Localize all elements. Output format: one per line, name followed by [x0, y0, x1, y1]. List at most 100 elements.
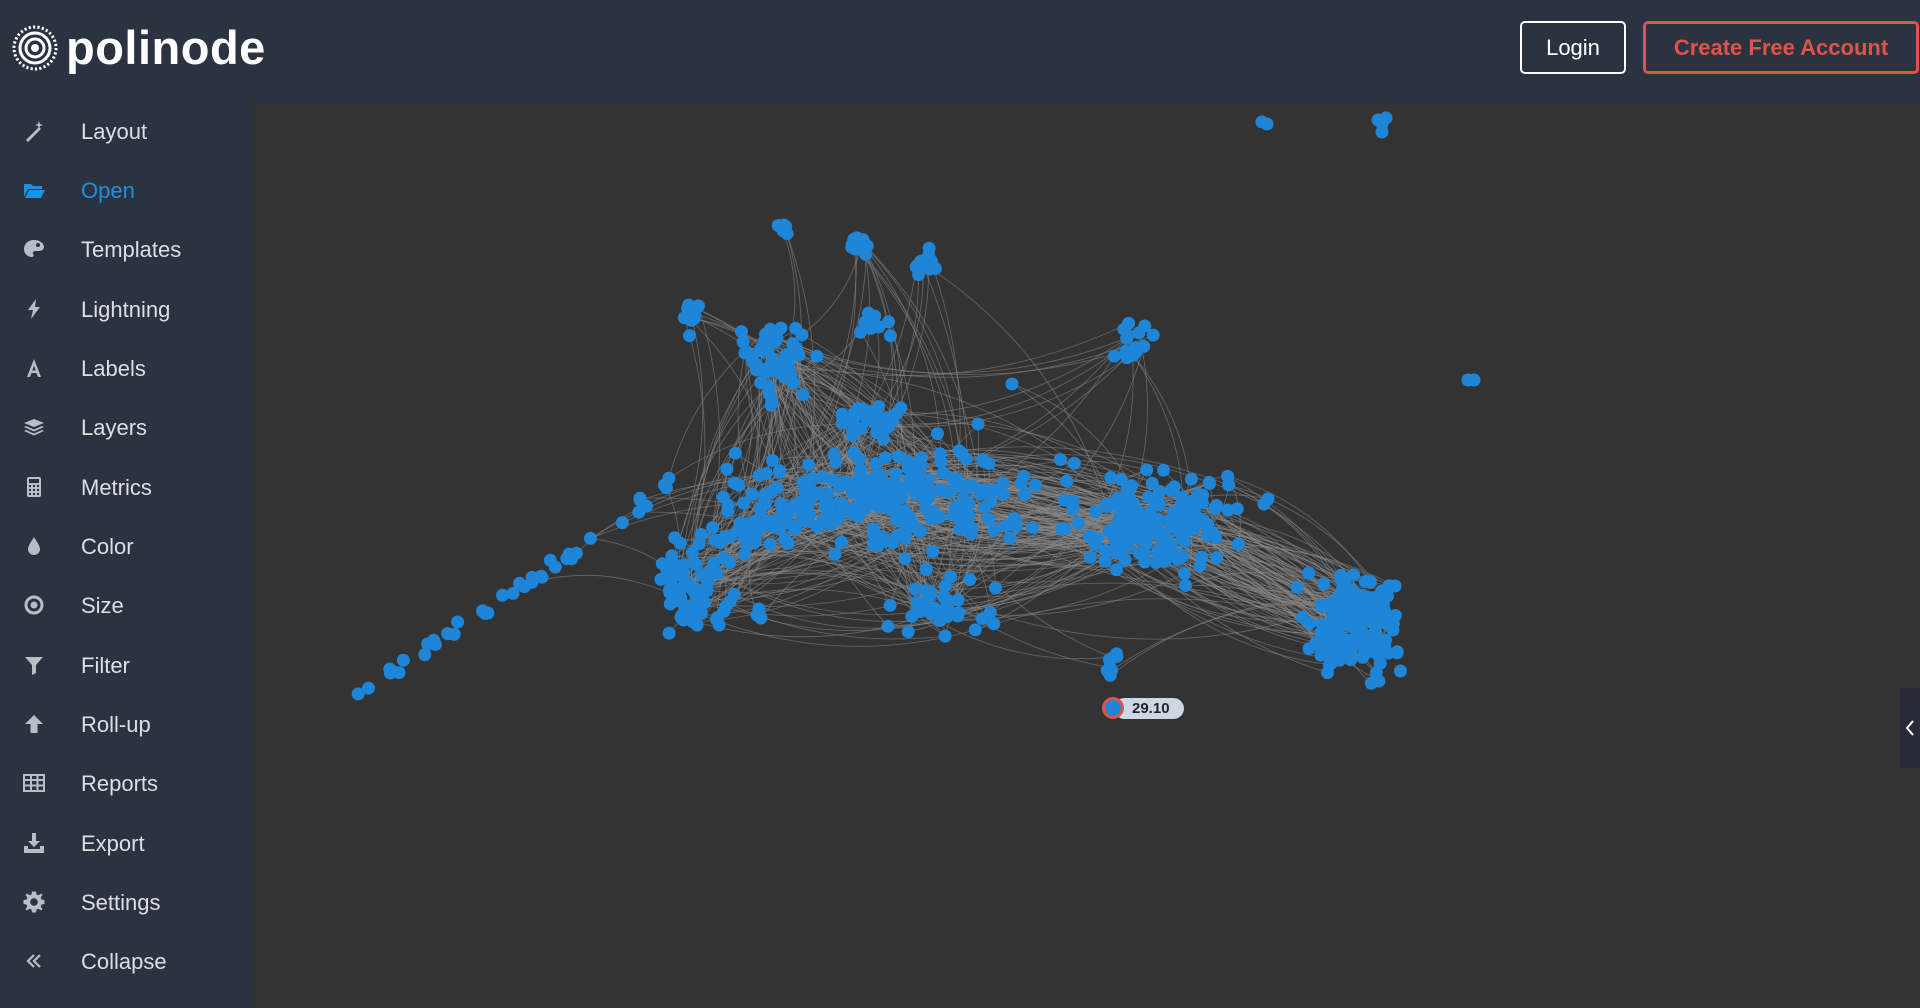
network-node[interactable] — [826, 516, 839, 530]
network-node[interactable] — [1171, 520, 1185, 534]
network-node[interactable] — [694, 607, 708, 620]
network-node[interactable] — [1257, 497, 1271, 511]
network-node[interactable] — [1151, 495, 1165, 509]
network-node[interactable] — [1028, 478, 1042, 492]
network-node[interactable] — [781, 508, 794, 521]
network-node[interactable] — [909, 487, 923, 501]
network-node[interactable] — [1260, 117, 1274, 131]
network-node[interactable] — [901, 625, 915, 639]
network-node[interactable] — [785, 346, 799, 360]
network-node[interactable] — [1009, 519, 1023, 533]
sidebar-item-filter[interactable]: Filter — [0, 638, 252, 694]
network-node[interactable] — [728, 446, 742, 460]
network-node[interactable] — [1109, 563, 1123, 577]
network-node[interactable] — [710, 612, 723, 626]
network-graph[interactable] — [252, 104, 1920, 1008]
network-node[interactable] — [879, 451, 892, 465]
network-node[interactable] — [1127, 497, 1141, 511]
network-node[interactable] — [1461, 373, 1475, 387]
network-node[interactable] — [757, 340, 771, 354]
network-node[interactable] — [362, 681, 375, 695]
network-node[interactable] — [673, 536, 687, 550]
network-node[interactable] — [1151, 513, 1165, 527]
network-node[interactable] — [1319, 600, 1333, 614]
network-node[interactable] — [987, 617, 1001, 631]
network-node[interactable] — [1344, 653, 1358, 667]
network-node[interactable] — [938, 629, 952, 643]
network-node[interactable] — [964, 527, 978, 541]
network-node[interactable] — [1060, 474, 1074, 488]
sidebar-item-color[interactable]: Color — [0, 519, 252, 575]
network-node[interactable] — [418, 648, 432, 662]
network-node[interactable] — [907, 473, 921, 487]
sidebar-item-collapse[interactable]: Collapse — [0, 934, 252, 990]
selected-node-tooltip[interactable]: 29.10 — [1102, 696, 1190, 720]
network-node[interactable] — [1195, 496, 1209, 510]
network-node[interactable] — [584, 531, 597, 545]
network-node[interactable] — [723, 555, 736, 569]
sidebar-item-layers[interactable]: Layers — [0, 400, 252, 456]
brand[interactable]: polinode — [10, 20, 266, 75]
network-node[interactable] — [1341, 633, 1355, 647]
network-node[interactable] — [983, 605, 997, 619]
network-node[interactable] — [506, 586, 520, 600]
network-node[interactable] — [938, 484, 951, 498]
network-node[interactable] — [385, 664, 399, 678]
network-node[interactable] — [1302, 566, 1316, 580]
network-node[interactable] — [683, 329, 696, 343]
network-node[interactable] — [846, 425, 860, 439]
network-node[interactable] — [1323, 630, 1337, 644]
sidebar-item-templates[interactable]: Templates — [0, 222, 252, 278]
network-node[interactable] — [924, 512, 938, 526]
network-node[interactable] — [1177, 567, 1191, 581]
network-node[interactable] — [1157, 463, 1170, 477]
network-node[interactable] — [745, 487, 759, 501]
network-node[interactable] — [810, 349, 824, 363]
network-node[interactable] — [721, 498, 735, 512]
network-node[interactable] — [1145, 476, 1159, 490]
network-node[interactable] — [828, 547, 842, 561]
network-node[interactable] — [692, 537, 706, 551]
network-node[interactable] — [872, 421, 886, 435]
network-node[interactable] — [827, 447, 841, 461]
network-node[interactable] — [883, 329, 897, 343]
network-node[interactable] — [926, 544, 940, 558]
network-node[interactable] — [891, 528, 905, 542]
network-node[interactable] — [1230, 502, 1244, 516]
network-node[interactable] — [933, 447, 947, 461]
network-node[interactable] — [984, 495, 998, 508]
selected-node-marker[interactable] — [1102, 697, 1124, 719]
sidebar-item-layout[interactable]: Layout — [0, 104, 252, 160]
network-node[interactable] — [615, 516, 629, 530]
network-node[interactable] — [763, 537, 777, 551]
network-node[interactable] — [752, 468, 766, 482]
network-node[interactable] — [922, 241, 936, 255]
network-node[interactable] — [1334, 568, 1348, 582]
login-button[interactable]: Login — [1520, 21, 1626, 74]
network-node[interactable] — [1003, 531, 1017, 545]
network-node[interactable] — [944, 570, 958, 584]
network-node[interactable] — [1303, 616, 1316, 630]
network-node[interactable] — [754, 611, 768, 625]
network-node[interactable] — [735, 325, 748, 339]
network-node[interactable] — [738, 346, 752, 360]
network-node[interactable] — [834, 535, 848, 549]
network-node[interactable] — [844, 477, 858, 491]
network-node[interactable] — [952, 444, 966, 458]
sidebar-item-settings[interactable]: Settings — [0, 875, 252, 931]
network-node[interactable] — [662, 471, 676, 485]
network-node[interactable] — [1140, 463, 1154, 477]
network-node[interactable] — [1179, 579, 1192, 592]
network-node[interactable] — [548, 560, 562, 574]
network-node[interactable] — [1067, 456, 1081, 470]
network-node[interactable] — [748, 535, 762, 549]
network-node[interactable] — [887, 493, 901, 507]
network-node[interactable] — [766, 454, 779, 467]
network-node[interactable] — [914, 254, 928, 268]
network-node[interactable] — [977, 455, 991, 469]
network-node[interactable] — [1154, 526, 1168, 540]
network-node[interactable] — [665, 549, 679, 563]
network-node[interactable] — [1231, 537, 1245, 551]
network-node[interactable] — [1379, 111, 1393, 125]
network-node[interactable] — [924, 486, 938, 500]
